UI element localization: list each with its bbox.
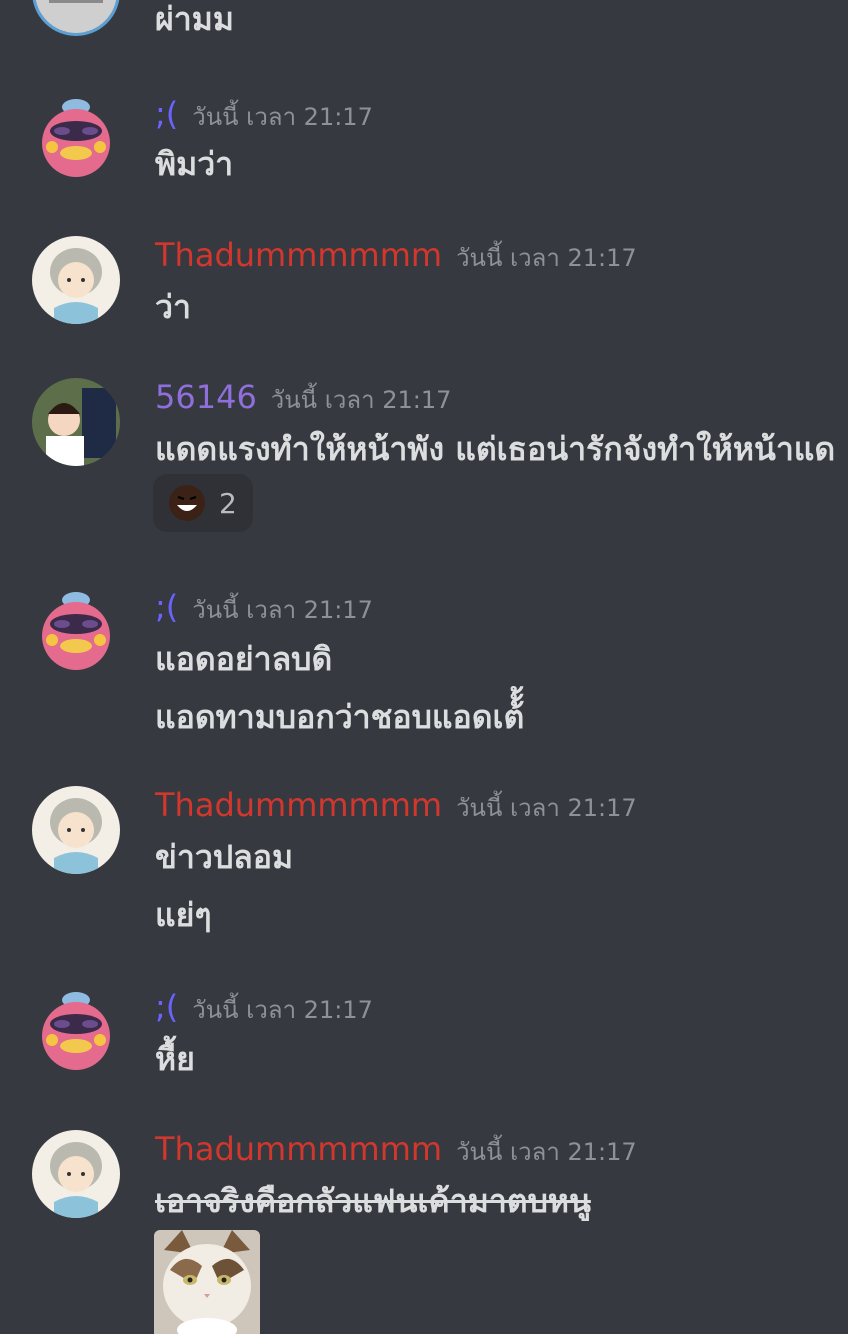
avatar[interactable] [32, 0, 120, 36]
couple-avatar-image [32, 378, 120, 466]
username[interactable]: ;( [155, 988, 178, 1026]
anime-avatar-image [32, 236, 120, 324]
avatar[interactable] [32, 378, 120, 466]
message-text: พิมว่า [155, 145, 234, 183]
avatar[interactable] [32, 786, 120, 874]
message-text: แอดทามบอกว่าชอบแอดเต้้้ [155, 698, 525, 736]
anime-avatar-image [32, 1130, 120, 1218]
username[interactable]: Thadummmmmm [155, 236, 442, 274]
bird-avatar-image [42, 592, 110, 670]
laughing-face-emoji-icon [169, 485, 205, 521]
username[interactable]: ;( [155, 588, 178, 626]
timestamp: วันนี้ เวลา 21:17 [456, 244, 637, 272]
cat-image [154, 1230, 260, 1334]
cat-image-attachment[interactable] [154, 1230, 260, 1334]
reaction-button[interactable]: 2 [153, 474, 253, 532]
message-text: ข่าวปลอม [155, 838, 294, 876]
avatar[interactable] [32, 1130, 120, 1218]
username[interactable]: Thadummmmmm [155, 786, 442, 824]
timestamp: วันนี้ เวลา 21:17 [192, 103, 373, 131]
message-text: แดดแรงทำให้หน้าพัง แต่เธอน่ารักจังทำให้ห… [155, 430, 836, 468]
avatar[interactable] [32, 988, 120, 1076]
timestamp: วันนี้ เวลา 21:17 [456, 1138, 637, 1166]
avatar[interactable] [32, 236, 120, 324]
message-text: ว่า [155, 288, 191, 326]
timestamp: วันนี้ เวลา 21:17 [192, 996, 373, 1024]
avatar-image [35, 0, 117, 33]
avatar[interactable] [32, 588, 120, 676]
bird-avatar-image [42, 99, 110, 177]
avatar[interactable] [32, 95, 120, 183]
message-text: แอดอย่าลบดิ [155, 640, 333, 678]
message-text: ผ่ามม [155, 0, 234, 38]
anime-avatar-image [32, 786, 120, 874]
message-text: แย่ๆ [155, 896, 212, 934]
bird-avatar-image [42, 992, 110, 1070]
timestamp: วันนี้ เวลา 21:17 [270, 386, 452, 414]
username[interactable]: 56146 [155, 378, 257, 416]
timestamp: วันนี้ เวลา 21:17 [456, 794, 637, 822]
username[interactable]: ;( [155, 95, 178, 133]
message-text: เอาจริงคือกลัวแฟนเค้ามาตบหนู [155, 1182, 591, 1220]
message-text: หื้ย [155, 1040, 195, 1078]
timestamp: วันนี้ เวลา 21:17 [192, 596, 373, 624]
reaction-count: 2 [219, 486, 237, 520]
username[interactable]: Thadummmmmm [155, 1130, 442, 1168]
